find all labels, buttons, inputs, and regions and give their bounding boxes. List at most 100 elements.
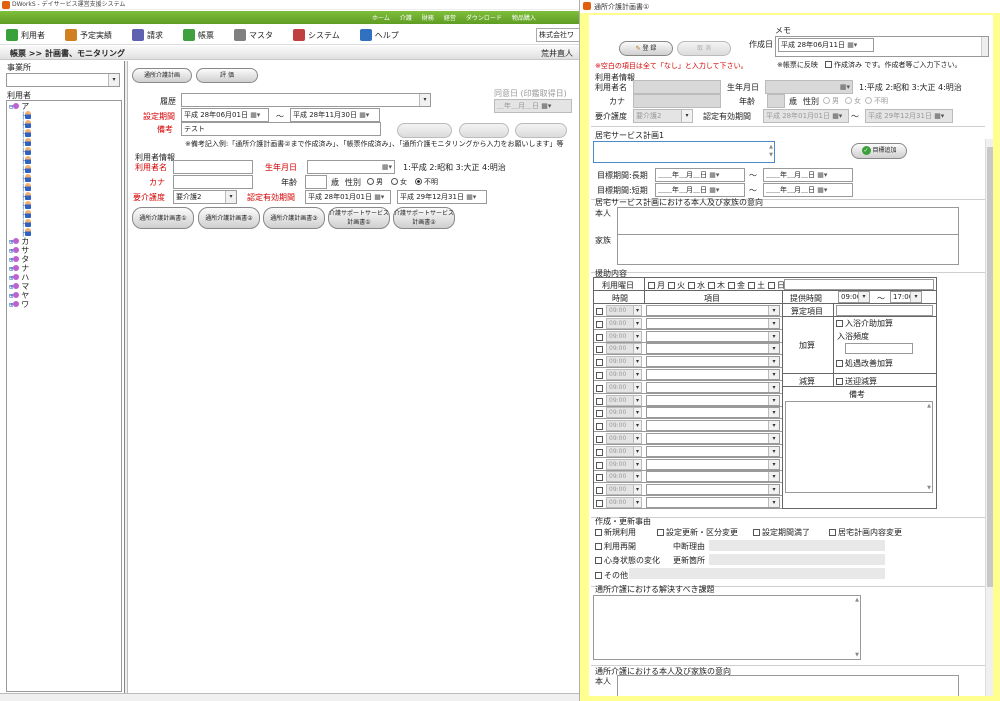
row-check[interactable]	[596, 320, 605, 329]
row-time-select[interactable]: 09:00 ▾	[606, 317, 642, 329]
youbi-check[interactable]: 火	[668, 280, 685, 291]
row-time-select[interactable]: 09:00 ▾	[606, 471, 642, 483]
office-select[interactable]: ▾	[6, 73, 120, 87]
topnav-item[interactable]: ホーム	[372, 13, 390, 22]
short-from[interactable]: ＿＿年＿月＿日 ▦▾	[655, 183, 745, 197]
row-time-select[interactable]: 09:00 ▾	[606, 305, 642, 316]
row-time-select[interactable]: 09:00 ▾	[606, 369, 642, 380]
row-item-select[interactable]: ▾	[646, 305, 780, 316]
sidebar-divider[interactable]	[124, 61, 128, 693]
row-item-select[interactable]: ▾	[646, 343, 780, 355]
menu-item[interactable]: 利用者	[6, 29, 45, 41]
reason-other-check[interactable]: その他	[595, 570, 628, 581]
row-check[interactable]	[596, 307, 605, 316]
row-check[interactable]	[596, 409, 605, 418]
row-time-select[interactable]: 09:00 ▾	[606, 484, 642, 496]
short-to[interactable]: ＿＿年＿月＿日 ▦▾	[763, 183, 853, 197]
youbi-check[interactable]: 日	[768, 280, 785, 291]
plan1-button[interactable]: 通所介護計画書①	[132, 207, 194, 229]
reason-expire-check[interactable]: 設定期間満了	[753, 527, 810, 538]
row-check[interactable]	[596, 461, 605, 470]
menu-item[interactable]: マスタ	[234, 29, 273, 41]
row-check[interactable]	[596, 397, 605, 406]
kana-field[interactable]	[173, 175, 253, 189]
row-check[interactable]	[596, 473, 605, 482]
plan2-button[interactable]: 通所介護計画書②	[198, 207, 260, 229]
row-time-select[interactable]: 09:00 ▾	[606, 433, 642, 444]
teikyo-to[interactable]: 17:00 ▾	[890, 291, 922, 303]
sakusei-done-check[interactable]: 作成済み です。作成者等ご入力下さい。	[825, 60, 962, 70]
youbi-check[interactable]: 土	[748, 280, 765, 291]
tab-plan[interactable]: 通所介護計画	[132, 68, 192, 83]
goal-add-button[interactable]: ✓ 目標追加	[851, 143, 907, 159]
pdf-button-1[interactable]	[397, 123, 452, 138]
youbi-check[interactable]: 木	[708, 280, 725, 291]
biko-input[interactable]: テスト	[181, 122, 381, 136]
consent-field[interactable]: ＿年＿月＿日 ▦▾	[494, 99, 572, 113]
row-check[interactable]	[596, 333, 605, 342]
reason-plan-change-check[interactable]: 居宅計画内容変更	[829, 527, 902, 538]
menu-item[interactable]: 予定実績	[65, 29, 112, 41]
long-from[interactable]: ＿＿年＿月＿日 ▦▾	[655, 168, 745, 182]
row-item-select[interactable]: ▾	[646, 330, 780, 342]
menu-item[interactable]: システム	[293, 29, 340, 41]
age-field[interactable]	[305, 175, 327, 189]
support-plan1-button[interactable]: 介護サポートサービス計画書①	[328, 207, 390, 229]
topnav-item[interactable]: 物品購入	[512, 13, 536, 22]
rireki-select[interactable]: ▾	[181, 93, 431, 107]
tab-eval[interactable]: 評 価	[196, 68, 258, 83]
kaigo-select[interactable]: 要介護2 ▾	[173, 190, 237, 204]
row-item-select[interactable]: ▾	[646, 407, 780, 419]
menu-item[interactable]: ヘルプ	[359, 29, 399, 41]
teikyo-from[interactable]: 09:00 ▾	[838, 291, 870, 303]
topnav-item[interactable]: ダウンロード	[466, 13, 502, 22]
youbi-check[interactable]: 月	[648, 280, 665, 291]
row-check[interactable]	[596, 448, 605, 457]
row-time-select[interactable]: 09:00 ▾	[606, 445, 642, 457]
row-item-select[interactable]: ▾	[646, 433, 780, 444]
reason-restart-check[interactable]: 利用再開	[595, 541, 636, 552]
row-check[interactable]	[596, 358, 605, 367]
row-time-select[interactable]: 09:00 ▾	[606, 343, 642, 355]
row-time-select[interactable]: 09:00 ▾	[606, 407, 642, 419]
register-button[interactable]: ✎ 登 録	[619, 41, 673, 56]
row-time-select[interactable]: 09:00 ▾	[606, 356, 642, 368]
topnav-item[interactable]: 経営	[444, 13, 456, 22]
row-check[interactable]	[596, 345, 605, 354]
pdf-button-2[interactable]	[459, 123, 509, 138]
nyuyoku-check[interactable]: 入浴介助加算	[836, 318, 893, 329]
row-time-select[interactable]: 09:00 ▾	[606, 458, 642, 470]
santei-field[interactable]	[836, 305, 933, 316]
support-plan2-button[interactable]: 介護サポートサービス計画書②	[393, 207, 455, 229]
topnav-item[interactable]: 財務	[422, 13, 434, 22]
bikou-textarea[interactable]: ▲ ▼	[785, 401, 933, 493]
issue-textarea[interactable]: ▲ ▼	[593, 595, 861, 660]
reason-new-check[interactable]: 新規利用	[595, 527, 636, 538]
shogu-check[interactable]: 処遇改善加算	[836, 358, 893, 369]
row-item-select[interactable]: ▾	[646, 484, 780, 496]
honnin2-textarea[interactable]	[617, 675, 959, 696]
row-item-select[interactable]: ▾	[646, 458, 780, 470]
row-item-select[interactable]: ▾	[646, 471, 780, 483]
sougei-check[interactable]: 送迎減算	[836, 376, 877, 387]
cancel-button[interactable]: 取 消	[677, 41, 731, 56]
tree-group[interactable]: ⊞ ワ	[9, 300, 29, 310]
youbi-check[interactable]: 水	[688, 280, 705, 291]
row-time-select[interactable]: 09:00 ▾	[606, 420, 642, 432]
row-time-select[interactable]: 09:00 ▾	[606, 381, 642, 393]
row-item-select[interactable]: ▾	[646, 445, 780, 457]
sex-unknown-radio[interactable]: 不明	[415, 177, 438, 187]
valid-from-field[interactable]: 平成 28年01月01日 ▦▾	[305, 190, 391, 204]
reason-change-check[interactable]: 心身状態の変化	[595, 555, 660, 566]
row-check[interactable]	[596, 371, 605, 380]
topnav-item[interactable]: 介護	[400, 13, 412, 22]
long-to[interactable]: ＿＿年＿月＿日 ▦▾	[763, 168, 853, 182]
user-tree[interactable]: ⊟ ア ├ ├ ├ ├ ├ ├ ├ ├ ├ ├ ├ ├ ├ ├ ⊞ カ ⊞ サ ⊞ タ ⊞ ナ ⊞ ハ ⊞ マ ⊞ ヤ ⊞ ワ	[6, 100, 122, 692]
row-check[interactable]	[596, 435, 605, 444]
reason-update-check[interactable]: 設定更新・区分変更	[657, 527, 738, 538]
plan-textarea[interactable]: ▲ ▼	[593, 141, 775, 163]
row-item-select[interactable]: ▾	[646, 381, 780, 393]
menu-item[interactable]: 帳票	[183, 29, 214, 41]
sakusei-field[interactable]: 平成 28年06月11日 ▦▾	[778, 38, 874, 52]
dialog-scrollbar[interactable]	[985, 139, 993, 696]
